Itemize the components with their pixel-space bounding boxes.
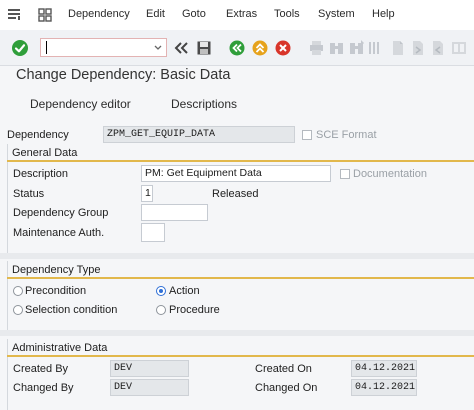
- sce-format-checkbox: [302, 130, 312, 140]
- changed-by-field: DEV: [110, 379, 189, 396]
- find-next-icon: [349, 40, 364, 56]
- description-field[interactable]: PM: Get Equipment Data: [141, 165, 331, 182]
- precondition-radio[interactable]: [13, 286, 23, 296]
- dependency-group-field[interactable]: [141, 204, 208, 221]
- menu-edit[interactable]: Edit: [146, 8, 165, 20]
- page-title: Change Dependency: Basic Data: [16, 67, 231, 83]
- next-page-icon: [411, 40, 425, 56]
- layout-icon: [451, 40, 467, 56]
- documentation-checkbox: [340, 169, 350, 179]
- dependency-label: Dependency: [7, 129, 69, 141]
- find-icon: [329, 40, 344, 56]
- menu-dependency[interactable]: Dependency: [68, 8, 130, 20]
- description-label: Description: [13, 168, 69, 180]
- section-separator: [0, 253, 474, 259]
- precondition-label[interactable]: Precondition: [25, 285, 86, 297]
- maintenance-auth-label: Maintenance Auth.: [13, 227, 105, 239]
- dependency-type-heading: Dependency Type: [12, 264, 101, 276]
- exit-icon[interactable]: [252, 40, 268, 56]
- back-icon[interactable]: [229, 40, 245, 56]
- chevron-down-icon[interactable]: [152, 41, 164, 54]
- prev-page-icon: [391, 40, 405, 56]
- double-chevron-left-icon[interactable]: [173, 40, 189, 56]
- status-text: Released: [212, 188, 259, 200]
- dependency-type-divider: [7, 277, 474, 279]
- text-caret: [46, 41, 47, 54]
- changed-on-label: Changed On: [255, 382, 318, 394]
- menu-system[interactable]: System: [318, 8, 355, 20]
- last-page-icon: [431, 40, 445, 56]
- menu-stack-icon[interactable]: [7, 7, 21, 21]
- dependency-field: ZPM_GET_EQUIP_DATA: [103, 126, 295, 143]
- menu-tools[interactable]: Tools: [274, 8, 300, 20]
- dependency-group-label: Dependency Group: [13, 207, 109, 219]
- created-by-field: DEV: [110, 360, 189, 377]
- action-radio[interactable]: [156, 286, 166, 296]
- maintenance-auth-field[interactable]: [141, 223, 165, 242]
- print-icon: [309, 40, 324, 56]
- save-icon[interactable]: [196, 40, 212, 56]
- created-on-label: Created On: [255, 363, 312, 375]
- changed-on-field: 04.12.2021: [351, 379, 417, 396]
- administrative-data-heading: Administrative Data: [12, 342, 108, 354]
- section-separator-2: [0, 330, 474, 336]
- general-data-divider: [7, 160, 474, 162]
- action-label[interactable]: Action: [169, 285, 200, 297]
- created-on-field: 04.12.2021: [351, 360, 417, 377]
- first-page-icon: [368, 40, 380, 56]
- enter-icon[interactable]: [11, 39, 29, 57]
- menu-goto[interactable]: Goto: [182, 8, 206, 20]
- created-by-label: Created By: [13, 363, 69, 375]
- sce-format-label: SCE Format: [316, 129, 377, 141]
- general-data-heading: General Data: [12, 147, 78, 159]
- procedure-radio[interactable]: [156, 305, 166, 315]
- selection-condition-label[interactable]: Selection condition: [25, 304, 117, 316]
- menu-bar: Dependency Edit Goto Extras Tools System…: [0, 0, 474, 30]
- command-input[interactable]: [41, 39, 149, 56]
- command-field[interactable]: [40, 38, 167, 57]
- tab-descriptions[interactable]: Descriptions: [171, 97, 237, 111]
- menu-grid-icon[interactable]: [38, 8, 52, 22]
- status-label: Status: [13, 188, 45, 200]
- cancel-icon[interactable]: [275, 40, 291, 56]
- selection-condition-radio[interactable]: [13, 305, 23, 315]
- procedure-label[interactable]: Procedure: [169, 304, 220, 316]
- changed-by-label: Changed By: [13, 382, 74, 394]
- menu-extras[interactable]: Extras: [226, 8, 257, 20]
- status-field[interactable]: 1: [141, 185, 153, 202]
- tab-dependency-editor[interactable]: Dependency editor: [30, 97, 131, 111]
- documentation-label: Documentation: [353, 168, 427, 180]
- administrative-data-divider: [7, 355, 474, 357]
- menu-help[interactable]: Help: [372, 8, 395, 20]
